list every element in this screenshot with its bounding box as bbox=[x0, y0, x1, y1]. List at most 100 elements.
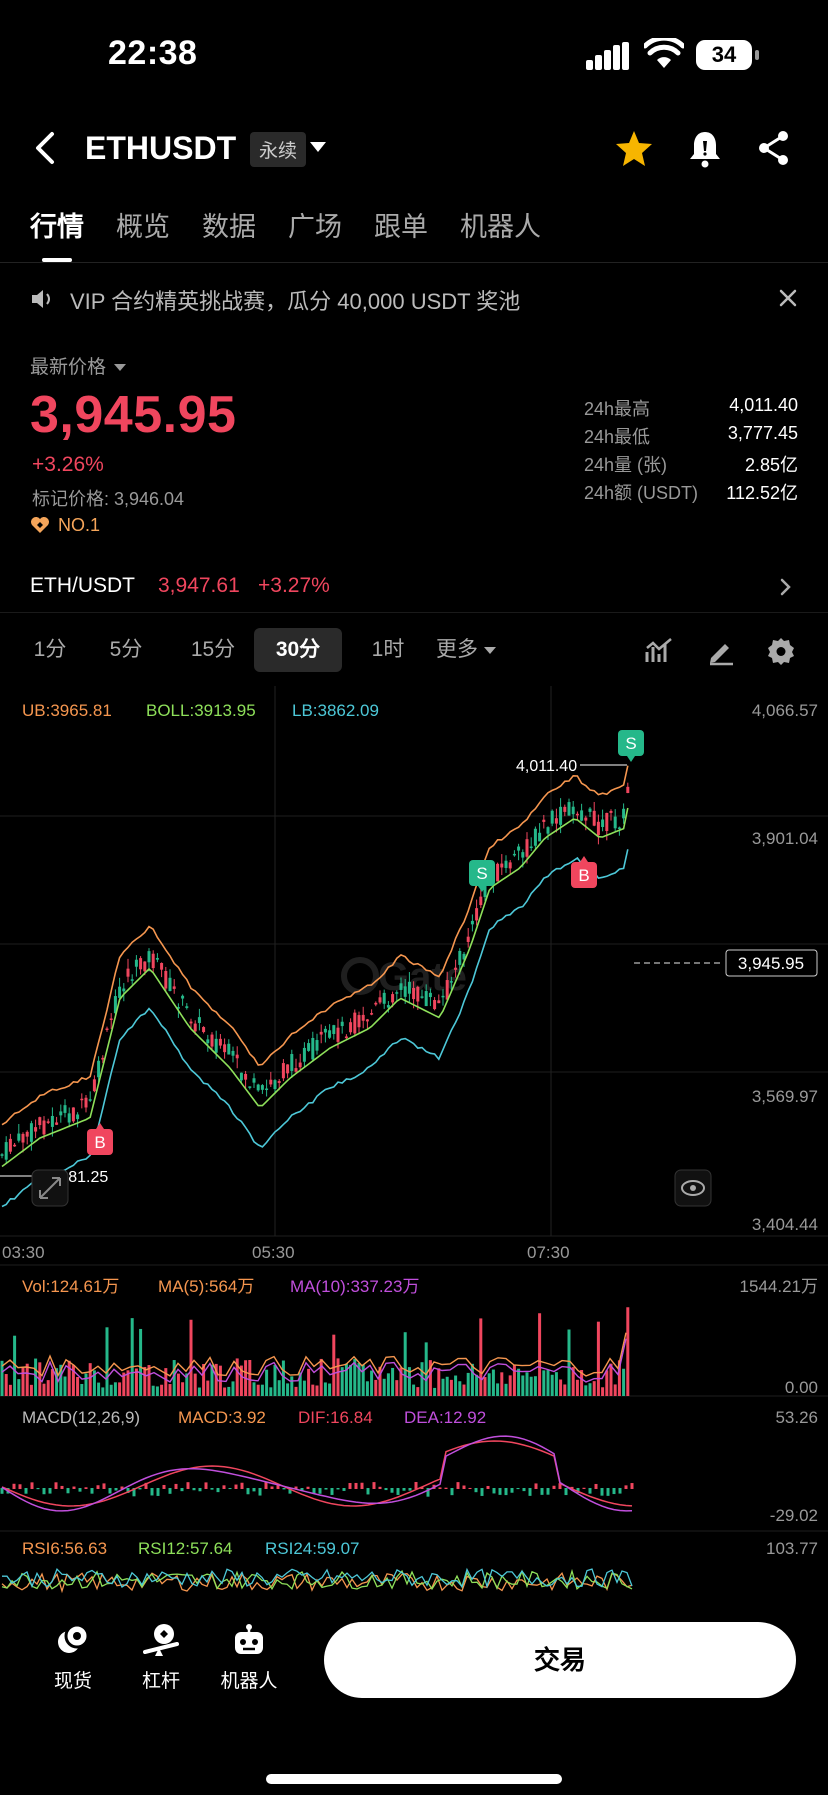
candle-body bbox=[370, 1013, 374, 1015]
candle-body bbox=[210, 1034, 214, 1047]
candle-body bbox=[361, 1014, 365, 1021]
stat-label: 24h额 (USDT) bbox=[584, 483, 699, 503]
volume-bar bbox=[281, 1360, 285, 1396]
price-tick: 3,569.97 bbox=[752, 1087, 818, 1106]
time-tick: 07:30 bbox=[527, 1243, 570, 1262]
rank-badge[interactable]: NO.1 bbox=[30, 515, 100, 536]
candle-body bbox=[538, 832, 542, 842]
announcement-banner[interactable]: VIP 合约精英挑战赛，瓜分 40,000 USDT 奖池 bbox=[30, 280, 800, 320]
announcement-text[interactable]: VIP 合约精英挑战赛，瓜分 40,000 USDT 奖池 bbox=[70, 284, 520, 316]
candle-body bbox=[126, 968, 130, 977]
candle-body bbox=[193, 1023, 197, 1032]
volume-bar bbox=[336, 1358, 340, 1396]
macd-histogram-bar bbox=[594, 1483, 598, 1489]
macd-histogram-bar bbox=[366, 1488, 370, 1495]
close-icon[interactable] bbox=[776, 286, 800, 310]
nav-bot[interactable]: 机器人 bbox=[214, 1622, 284, 1693]
candle-body bbox=[559, 806, 563, 825]
volume-bar bbox=[512, 1364, 516, 1396]
vol-tick: 1544.21万 bbox=[740, 1277, 818, 1296]
buy-marker[interactable]: B bbox=[571, 856, 597, 888]
macd-histogram-bar bbox=[396, 1488, 400, 1495]
kline-chart[interactable]: Gate UB:3965.81 BOLL:3913.95 LB:3862.09 … bbox=[0, 686, 828, 1606]
tab-data[interactable]: 数据 bbox=[202, 205, 256, 262]
symbol-title[interactable]: ETHUSDT bbox=[85, 130, 236, 167]
candle-body bbox=[466, 936, 470, 942]
macd-histogram-bar bbox=[444, 1487, 448, 1489]
interval-30m[interactable]: 30分 bbox=[254, 628, 342, 672]
volume-bar bbox=[626, 1307, 630, 1396]
indicator-icon[interactable] bbox=[644, 636, 674, 666]
tab-square[interactable]: 广场 bbox=[288, 205, 342, 262]
stat-label: 24h量 (张) bbox=[584, 455, 668, 475]
volume-bar bbox=[470, 1363, 474, 1396]
tab-overview[interactable]: 概览 bbox=[116, 205, 170, 262]
volume-bar bbox=[76, 1377, 80, 1396]
settings-gear-icon[interactable] bbox=[766, 636, 796, 666]
candle-body bbox=[349, 1022, 353, 1033]
draw-tool-icon[interactable] bbox=[706, 636, 736, 666]
macd-histogram-bar bbox=[552, 1485, 556, 1489]
spot-pair-row[interactable]: ETH/USDT 3,947.61 +3.27% bbox=[30, 572, 800, 602]
volume-bar bbox=[613, 1384, 617, 1396]
trade-button[interactable]: 交易 bbox=[324, 1622, 796, 1698]
interval-1h[interactable]: 1时 bbox=[356, 628, 420, 672]
candle-body bbox=[550, 810, 554, 824]
candle-body bbox=[63, 1105, 67, 1113]
candlesticks bbox=[0, 782, 630, 1164]
volume-bar bbox=[559, 1379, 563, 1396]
candle-body bbox=[454, 967, 458, 970]
rsi6-label: RSI6:56.63 bbox=[22, 1539, 107, 1558]
tab-market[interactable]: 行情 bbox=[30, 205, 84, 262]
candle-body bbox=[437, 1000, 441, 1004]
mark-price: 标记价格: 3,946.04 bbox=[32, 489, 185, 509]
interval-1m[interactable]: 1分 bbox=[22, 628, 78, 672]
nav-spot[interactable]: 现货 bbox=[38, 1622, 108, 1693]
tab-bots[interactable]: 机器人 bbox=[460, 205, 541, 262]
expand-icon[interactable] bbox=[31, 1169, 69, 1207]
boll-ub-label: UB:3965.81 bbox=[22, 701, 112, 720]
candle-body bbox=[508, 862, 512, 869]
tab-copy-trading[interactable]: 跟单 bbox=[374, 205, 428, 262]
volume-bar bbox=[260, 1384, 264, 1396]
volume-bar bbox=[4, 1374, 8, 1396]
volume-bar bbox=[538, 1313, 542, 1396]
macd-histogram-bar bbox=[324, 1488, 328, 1490]
volume-bar bbox=[50, 1369, 54, 1396]
price-tick: 3,404.44 bbox=[752, 1215, 818, 1234]
nav-leverage[interactable]: 杠杆 bbox=[126, 1622, 196, 1693]
candle-body bbox=[227, 1043, 231, 1055]
buy-marker[interactable]: B bbox=[87, 1123, 113, 1155]
share-icon[interactable] bbox=[756, 128, 792, 168]
volume-bar bbox=[454, 1375, 458, 1396]
back-icon[interactable] bbox=[30, 128, 60, 168]
volume-bar bbox=[496, 1383, 500, 1396]
volume-bar bbox=[273, 1364, 277, 1396]
candle-body bbox=[613, 816, 617, 829]
kline-chart-svg[interactable]: Gate UB:3965.81 BOLL:3913.95 LB:3862.09 … bbox=[0, 686, 828, 1606]
nav-spot-label: 现货 bbox=[53, 1671, 92, 1692]
macd-histogram-bar bbox=[600, 1488, 604, 1496]
candle-body bbox=[122, 988, 126, 992]
candle-body bbox=[256, 1084, 260, 1091]
eye-icon[interactable] bbox=[674, 1169, 712, 1207]
candle-body bbox=[403, 986, 407, 997]
interval-more[interactable]: 更多 bbox=[426, 628, 506, 672]
upper-band-line bbox=[1, 765, 629, 1126]
candle-body bbox=[160, 963, 164, 970]
symbol-dropdown-icon[interactable] bbox=[310, 142, 326, 152]
candle-body bbox=[319, 1031, 323, 1035]
candle-body bbox=[290, 1054, 294, 1071]
sell-marker[interactable]: S bbox=[618, 730, 644, 762]
chevron-right-icon[interactable] bbox=[780, 578, 792, 596]
candle-body bbox=[601, 819, 605, 827]
favorite-star-icon[interactable] bbox=[614, 128, 654, 168]
interval-15m[interactable]: 15分 bbox=[176, 628, 250, 672]
candle-body bbox=[294, 1068, 298, 1072]
price-alert-bell-icon[interactable] bbox=[688, 128, 722, 168]
macd-histogram-bar bbox=[618, 1488, 622, 1494]
macd-histogram-bar bbox=[18, 1484, 22, 1489]
latest-price-label[interactable]: 最新价格 bbox=[30, 352, 126, 379]
interval-5m[interactable]: 5分 bbox=[94, 628, 158, 672]
volume-bar bbox=[529, 1376, 533, 1396]
